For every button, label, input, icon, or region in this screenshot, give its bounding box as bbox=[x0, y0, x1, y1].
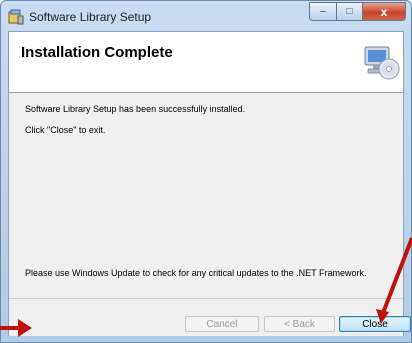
title-bar[interactable]: Software Library Setup – □ x bbox=[1, 1, 411, 31]
success-message: Software Library Setup has been successf… bbox=[25, 104, 246, 114]
exit-instruction: Click "Close" to exit. bbox=[25, 125, 106, 135]
dialog-body: Software Library Setup has been successf… bbox=[9, 93, 403, 298]
window-close-button[interactable]: x bbox=[362, 2, 406, 21]
minimize-icon: – bbox=[320, 6, 326, 17]
computer-cd-icon bbox=[364, 46, 400, 80]
button-bar: Cancel < Back Close bbox=[9, 298, 411, 336]
window-title: Software Library Setup bbox=[29, 10, 152, 24]
dialog-client-area: Installation Complete Software Library S… bbox=[8, 31, 411, 336]
maximize-icon: □ bbox=[346, 6, 353, 17]
installer-app-icon bbox=[8, 9, 24, 25]
maximize-button[interactable]: □ bbox=[336, 2, 362, 21]
back-button[interactable]: < Back bbox=[264, 316, 335, 332]
page-title: Installation Complete bbox=[21, 44, 173, 61]
dialog-header: Installation Complete bbox=[9, 32, 403, 93]
close-button[interactable]: Close bbox=[339, 316, 411, 332]
minimize-button[interactable]: – bbox=[309, 2, 336, 21]
update-notice: Please use Windows Update to check for a… bbox=[25, 268, 367, 278]
setup-window: Software Library Setup – □ x Installatio… bbox=[0, 0, 412, 343]
close-icon: x bbox=[380, 4, 388, 19]
caption-buttons: – □ x bbox=[309, 2, 406, 22]
cancel-button[interactable]: Cancel bbox=[185, 316, 259, 332]
